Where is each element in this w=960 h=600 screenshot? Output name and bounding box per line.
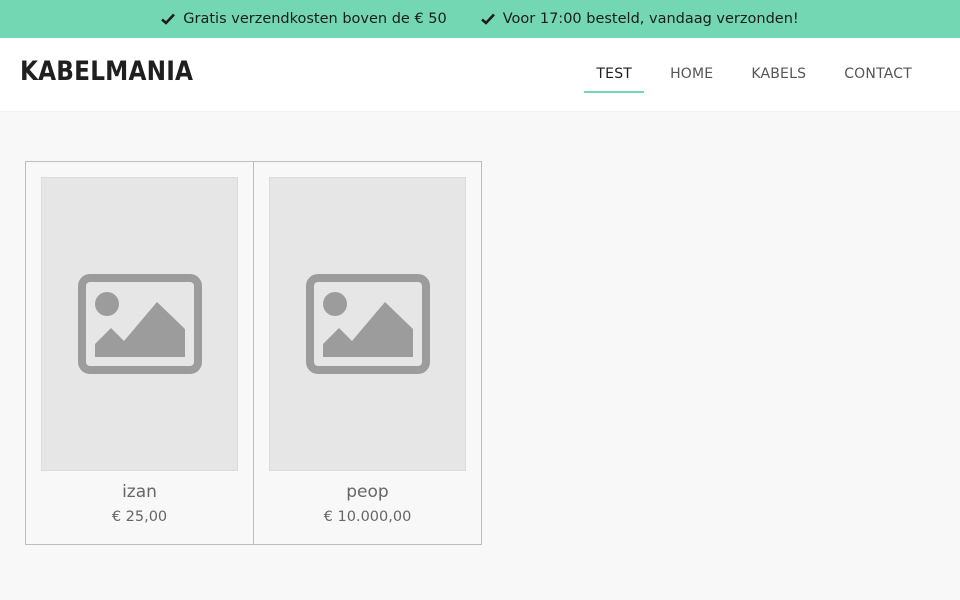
product-image[interactable] bbox=[269, 177, 466, 471]
product-name[interactable]: peop bbox=[254, 482, 481, 502]
main-nav: TEST HOME KABELS CONTACT bbox=[558, 38, 912, 112]
nav-item-test[interactable]: TEST bbox=[584, 38, 644, 112]
announcement-text: Voor 17:00 besteld, vandaag verzonden! bbox=[502, 11, 799, 27]
product-image[interactable] bbox=[41, 177, 238, 471]
product-name[interactable]: izan bbox=[26, 482, 253, 502]
product-card[interactable]: peop € 10.000,00 bbox=[253, 162, 481, 544]
image-placeholder-icon bbox=[77, 274, 202, 374]
check-icon bbox=[480, 13, 495, 25]
nav-item-home[interactable]: HOME bbox=[670, 38, 713, 112]
announcement-bar: Gratis verzendkosten boven de € 50 Voor … bbox=[0, 0, 960, 38]
nav-item-kabels[interactable]: KABELS bbox=[751, 38, 806, 112]
product-price: € 25,00 bbox=[111, 509, 168, 525]
product-grid: izan € 25,00 peop € 10.000,00 bbox=[25, 161, 482, 545]
announcement-same-day: Voor 17:00 besteld, vandaag verzonden! bbox=[480, 11, 799, 27]
site-header: KABELMANIA TEST HOME KABELS CONTACT bbox=[0, 38, 960, 112]
product-price: € 10.000,00 bbox=[323, 509, 412, 525]
image-placeholder-icon bbox=[305, 274, 430, 374]
announcement-free-shipping: Gratis verzendkosten boven de € 50 bbox=[161, 11, 447, 27]
check-icon bbox=[161, 13, 176, 25]
nav-item-contact[interactable]: CONTACT bbox=[844, 38, 912, 112]
announcement-text: Gratis verzendkosten boven de € 50 bbox=[183, 11, 447, 27]
site-logo[interactable]: KABELMANIA bbox=[20, 56, 193, 87]
product-card[interactable]: izan € 25,00 bbox=[26, 162, 253, 544]
